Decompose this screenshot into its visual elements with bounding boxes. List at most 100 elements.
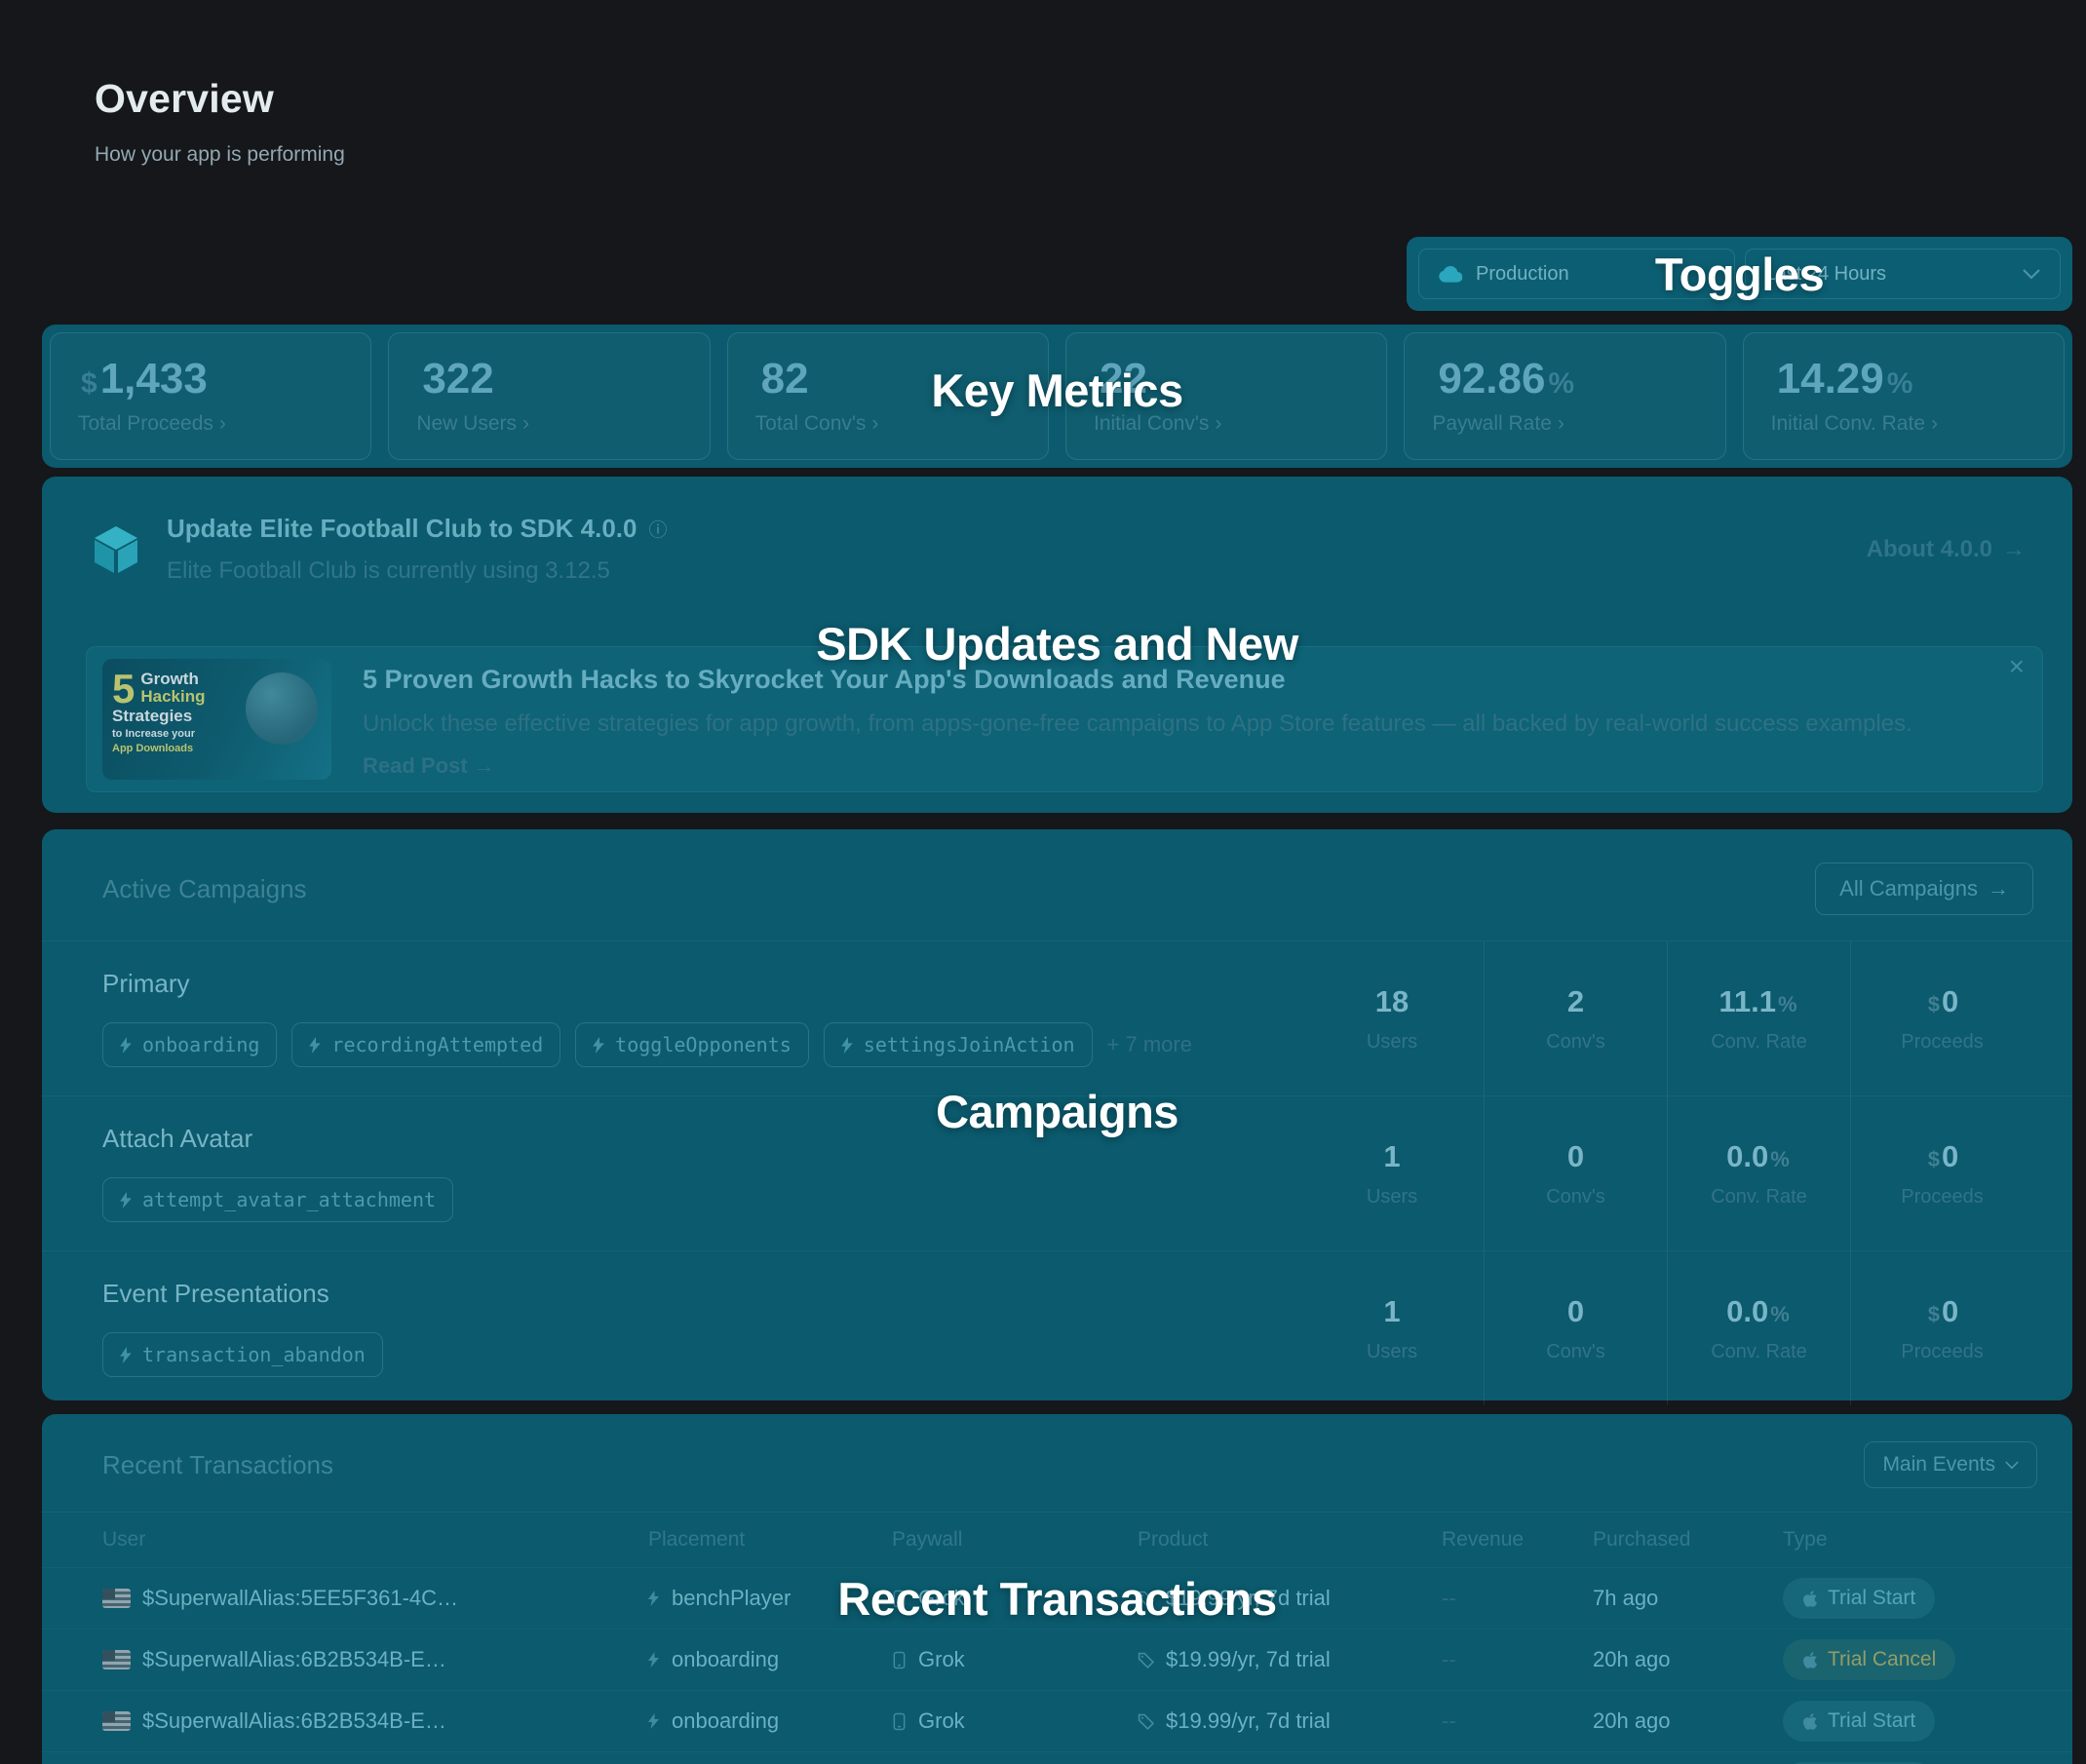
chevron-right-icon: ›: [1215, 412, 1221, 435]
placement-name: onboarding: [672, 1647, 779, 1672]
placement-chip[interactable]: recordingAttempted: [291, 1022, 560, 1067]
thumb-line: Hacking: [140, 688, 205, 706]
metric-label: Total Proceeds›: [78, 412, 343, 436]
purchased-time: 20h ago: [1593, 1708, 1783, 1734]
placement-chip[interactable]: transaction_abandon: [102, 1332, 383, 1377]
stat-rate-label: Conv. Rate: [1711, 1186, 1807, 1208]
flag-icon: [102, 1711, 131, 1731]
metric-card-paywall-rate[interactable]: 92.86% Paywall Rate›: [1404, 332, 1725, 460]
stat-proceeds-value: $0: [1926, 1139, 1959, 1174]
close-icon[interactable]: ×: [2009, 651, 2025, 682]
stat-rate-value: 11.1%: [1719, 984, 1798, 1019]
metric-label: Initial Conv's›: [1094, 412, 1359, 436]
info-icon[interactable]: ⓘ: [649, 516, 668, 542]
flag-icon: [102, 1650, 131, 1669]
placement-chip[interactable]: settingsJoinAction: [824, 1022, 1093, 1067]
campaign-name: Event Presentations: [102, 1279, 1300, 1309]
chevron-right-icon: ›: [1558, 412, 1564, 435]
more-placements-label: + 7 more: [1107, 1032, 1192, 1057]
stat-users-value: 18: [1375, 984, 1409, 1019]
col-header-product: Product: [1138, 1528, 1442, 1552]
bolt-icon: [309, 1037, 322, 1054]
stat-convs-label: Conv's: [1546, 1031, 1605, 1054]
table-row[interactable]: $SuperwallAlias:5EE5F361-4C… benchPlayer…: [42, 1567, 2072, 1629]
paywall-name: Grok: [918, 1647, 965, 1672]
overview-dashboard: Overview How your app is performing Prod…: [0, 0, 2086, 1764]
metric-value: 82: [755, 358, 1021, 401]
stat-rate-label: Conv. Rate: [1711, 1341, 1807, 1363]
table-row[interactable]: $SuperwallAlias:6B2B534B-E… onboarding G…: [42, 1629, 2072, 1690]
blog-thumbnail: 5 Growth Hacking Strategies to Increase …: [102, 659, 331, 780]
blog-post-card[interactable]: 5 Growth Hacking Strategies to Increase …: [86, 646, 2043, 792]
user-alias: $SuperwallAlias:6B2B534B-E…: [142, 1708, 446, 1734]
main-events-filter[interactable]: Main Events: [1864, 1441, 2037, 1488]
metric-value: 22: [1094, 358, 1359, 401]
campaign-name: Primary: [102, 969, 1300, 999]
metric-value: 92.86%: [1432, 358, 1697, 401]
environment-toggle[interactable]: Production: [1418, 249, 1735, 299]
bolt-icon: [120, 1347, 133, 1363]
purchased-time: 20h ago: [1593, 1647, 1783, 1672]
metric-value: 14.29%: [1771, 358, 2036, 401]
campaign-stats: 18Users 2Conv's 11.1%Conv. Rate $0Procee…: [1300, 941, 2033, 1095]
revenue-value: --: [1442, 1647, 1593, 1672]
blog-description: Unlock these effective strategies for ap…: [363, 710, 1912, 738]
stat-users-label: Users: [1367, 1031, 1417, 1054]
metric-card-initial-convs[interactable]: 22 Initial Conv's›: [1065, 332, 1387, 460]
campaign-row-attach-avatar[interactable]: Attach Avatar attempt_avatar_attachment …: [42, 1095, 2072, 1250]
metric-label: Initial Conv. Rate›: [1771, 412, 2036, 436]
stat-convs-value: 0: [1567, 1294, 1584, 1329]
placement-chip[interactable]: attempt_avatar_attachment: [102, 1177, 453, 1222]
campaign-row-primary[interactable]: Primary onboarding recordingAttempted to…: [42, 940, 2072, 1095]
bolt-icon: [120, 1192, 133, 1208]
bolt-icon: [648, 1713, 660, 1729]
bolt-icon: [648, 1652, 660, 1668]
apple-icon: [1802, 1651, 1818, 1669]
metric-card-total-convs[interactable]: 82 Total Conv's›: [727, 332, 1049, 460]
sdk-banner-title: Update Elite Football Club to SDK 4.0.0ⓘ: [167, 514, 668, 544]
sdk-update-banner: Update Elite Football Club to SDK 4.0.0ⓘ…: [42, 477, 2072, 585]
flag-icon: [102, 1589, 131, 1608]
campaign-row-event-presentations[interactable]: Event Presentations transaction_abandon …: [42, 1250, 2072, 1405]
campaign-stats: 1Users 0Conv's 0.0%Conv. Rate $0Proceeds: [1300, 1096, 2033, 1250]
stat-rate-value: 0.0%: [1726, 1294, 1792, 1329]
table-row[interactable]: $SuperwallAlias:4757C981-4C… onboarding …: [42, 1751, 2072, 1764]
campaign-name: Attach Avatar: [102, 1124, 1300, 1154]
thumb-line: App Downloads: [112, 743, 322, 754]
time-range-selector[interactable]: Last 24 Hours: [1745, 249, 2062, 299]
page-subtitle: How your app is performing: [95, 143, 345, 167]
read-post-link[interactable]: Read Post →: [363, 753, 1912, 779]
phone-icon: [892, 1651, 907, 1669]
stat-convs-value: 0: [1567, 1139, 1584, 1174]
revenue-value: --: [1442, 1586, 1593, 1611]
metric-value: $1,433: [78, 358, 343, 401]
placement-chip[interactable]: onboarding: [102, 1022, 277, 1067]
environment-label: Production: [1476, 263, 1569, 286]
about-sdk-link[interactable]: About 4.0.0→: [1867, 536, 2026, 563]
stat-users-label: Users: [1367, 1186, 1417, 1208]
table-header-row: User Placement Paywall Product Revenue P…: [42, 1513, 2072, 1567]
stat-users-value: 1: [1383, 1139, 1400, 1174]
col-header-type: Type: [1783, 1528, 2033, 1552]
placement-chip[interactable]: toggleOpponents: [575, 1022, 809, 1067]
metric-card-total-proceeds[interactable]: $1,433 Total Proceeds›: [50, 332, 371, 460]
metric-card-new-users[interactable]: 322 New Users›: [388, 332, 710, 460]
phone-icon: [892, 1590, 907, 1608]
stat-users-value: 1: [1383, 1294, 1400, 1329]
phone-icon: [892, 1712, 907, 1731]
table-row[interactable]: $SuperwallAlias:6B2B534B-E… onboarding G…: [42, 1690, 2072, 1751]
metric-card-initial-conv-rate[interactable]: 14.29% Initial Conv. Rate›: [1743, 332, 2065, 460]
page-header: Overview How your app is performing: [95, 76, 345, 167]
arrow-right-icon: →: [1988, 876, 2009, 901]
all-campaigns-button[interactable]: All Campaigns→: [1815, 863, 2033, 915]
user-alias: $SuperwallAlias:6B2B534B-E…: [142, 1647, 446, 1672]
apple-icon: [1802, 1712, 1818, 1731]
sdk-updates-section: Update Elite Football Club to SDK 4.0.0ⓘ…: [42, 477, 2072, 813]
tag-icon: [1138, 1591, 1154, 1607]
chevron-down-icon: [2005, 1461, 2019, 1470]
col-header-user: User: [102, 1528, 648, 1552]
campaigns-header: Active Campaigns All Campaigns→: [42, 829, 2072, 940]
chevron-down-icon: [2023, 269, 2040, 280]
bolt-icon: [593, 1037, 605, 1054]
key-metrics-row: $1,433 Total Proceeds› 322 New Users› 82…: [42, 325, 2072, 468]
